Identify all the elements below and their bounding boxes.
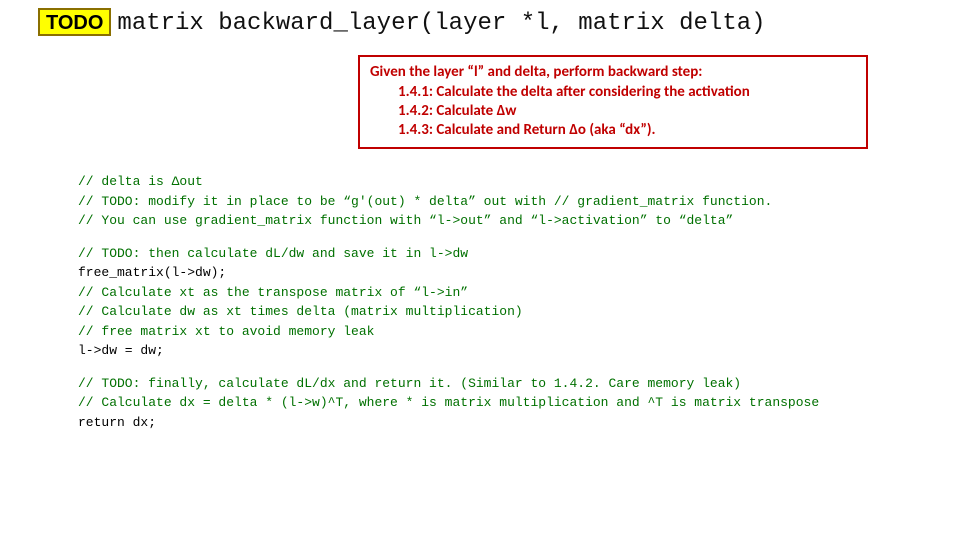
comment: // Calculate dx = delta * (l->w)^T, wher… <box>78 395 819 410</box>
instruction-item: 1.4.1: Calculate the delta after conside… <box>398 83 856 102</box>
code-text: return <box>78 415 125 430</box>
code-text: free_matrix <box>78 265 164 280</box>
instruction-item: 1.4.2: Calculate Δw <box>398 102 856 121</box>
instruction-heading: Given the layer “l” and delta, perform b… <box>370 63 856 81</box>
todo-badge: TODO <box>38 8 111 36</box>
instruction-box: Given the layer “l” and delta, perform b… <box>358 55 868 149</box>
function-title: TODOmatrix backward_layer(layer *l, matr… <box>38 8 766 37</box>
comment: // TODO: modify it in place to be “g'(ou… <box>78 194 772 209</box>
comment: // delta is Δout <box>78 174 203 189</box>
comment: // Calculate dw as xt times delta (matri… <box>78 304 523 319</box>
code-text: (l->dw); <box>164 265 226 280</box>
code-text: l->dw = dw; <box>78 343 164 358</box>
comment: // TODO: finally, calculate dL/dx and re… <box>78 376 741 391</box>
comment: // free matrix xt to avoid memory leak <box>78 324 374 339</box>
code-block: // delta is Δout // TODO: modify it in p… <box>78 172 938 432</box>
comment: // Calculate xt as the transpose matrix … <box>78 285 468 300</box>
comment: // You can use gradient_matrix function … <box>78 213 733 228</box>
comment: // TODO: then calculate dL/dw and save i… <box>78 246 468 261</box>
code-text: dx; <box>125 415 156 430</box>
function-signature: matrix backward_layer(layer *l, matrix d… <box>117 10 765 37</box>
instruction-item: 1.4.3: Calculate and Return Δo (aka “dx”… <box>398 121 856 140</box>
